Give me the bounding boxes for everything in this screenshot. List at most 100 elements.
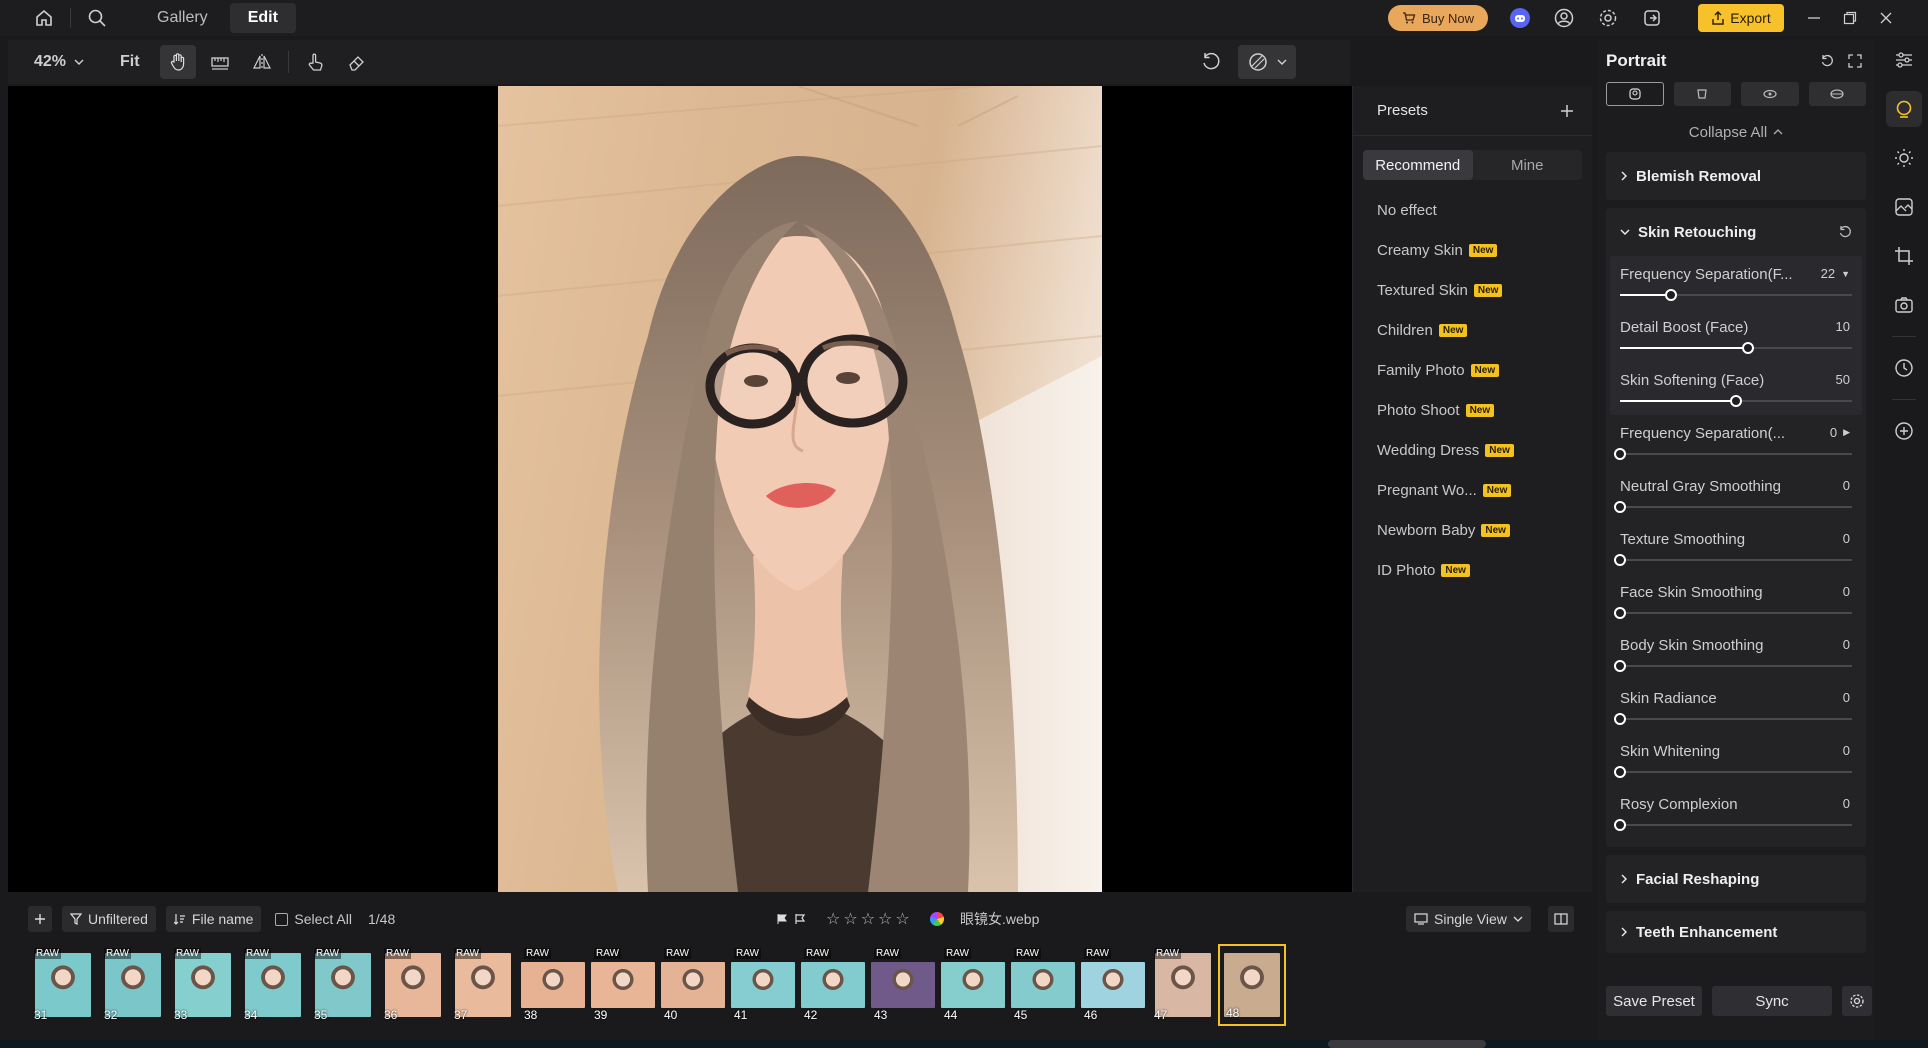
rating-stars[interactable]: ☆ ☆ ☆ ☆ ☆	[826, 909, 910, 929]
compare-dropdown[interactable]	[1238, 45, 1296, 79]
sort-button[interactable]: File name	[165, 906, 262, 932]
close-icon[interactable]	[1868, 0, 1904, 36]
reject-flag-icon[interactable]	[794, 913, 806, 925]
star-icon[interactable]: ☆	[878, 909, 892, 929]
filmstrip-thumbnail[interactable]: RAW 35	[308, 944, 378, 1026]
filmstrip-thumbnail[interactable]: RAW 44	[938, 944, 1008, 1026]
filmstrip-thumbnail[interactable]: RAW 32	[98, 944, 168, 1026]
preset-item[interactable]: Pregnant Wo... New	[1353, 470, 1592, 510]
image-canvas[interactable]	[8, 86, 1352, 892]
slider-value[interactable]: 0	[1843, 743, 1850, 758]
filmstrip-thumbnail[interactable]: RAW 39	[588, 944, 658, 1026]
slider-knob[interactable]	[1614, 448, 1626, 460]
preset-item[interactable]: No effect	[1353, 190, 1592, 230]
preset-item[interactable]: Textured Skin New	[1353, 270, 1592, 310]
buy-now-button[interactable]: Buy Now	[1388, 5, 1488, 31]
expand-icon[interactable]	[1848, 54, 1862, 68]
section-header[interactable]: Teeth Enhancement	[1606, 911, 1866, 953]
slider-value[interactable]: 50	[1836, 372, 1850, 387]
tab-recommend[interactable]: Recommend	[1363, 150, 1473, 180]
settings-icon[interactable]	[1590, 0, 1626, 36]
preset-item[interactable]: ID Photo New	[1353, 550, 1592, 590]
filmstrip-thumbnail[interactable]: RAW 40	[658, 944, 728, 1026]
preset-item[interactable]: Wedding Dress New	[1353, 430, 1592, 470]
slider-track[interactable]	[1620, 395, 1852, 407]
tab-gallery[interactable]: Gallery	[139, 3, 226, 33]
slider-knob[interactable]	[1614, 819, 1626, 831]
slider-value[interactable]: 0	[1843, 796, 1850, 811]
slider-knob[interactable]	[1614, 660, 1626, 672]
face-skin-tab-icon[interactable]	[1606, 82, 1664, 106]
makeup-tab-icon[interactable]	[1808, 82, 1867, 106]
adjust-sliders-icon[interactable]	[1886, 42, 1922, 78]
portrait-icon[interactable]	[1886, 91, 1922, 127]
slider-knob[interactable]	[1730, 395, 1742, 407]
sync-settings-icon[interactable]	[1842, 986, 1872, 1016]
slider-value[interactable]: 0	[1843, 531, 1850, 546]
eye-tab-icon[interactable]	[1741, 82, 1799, 106]
star-icon[interactable]: ☆	[826, 909, 840, 929]
adjust-slider[interactable]: Face Skin Smoothing 0	[1610, 574, 1862, 627]
account-icon[interactable]	[1546, 0, 1582, 36]
adjust-slider[interactable]: Texture Smoothing 0	[1610, 521, 1862, 574]
home-icon[interactable]	[26, 0, 62, 36]
filmstrip-thumbnail[interactable]: RAW 47	[1148, 944, 1218, 1026]
filmstrip-thumbnail[interactable]: RAW 43	[868, 944, 938, 1026]
filmstrip-thumbnail[interactable]: 48	[1218, 944, 1286, 1026]
add-icon[interactable]	[1886, 413, 1922, 449]
filmstrip-scrollbar[interactable]	[1328, 1040, 1486, 1048]
preset-item[interactable]: Family Photo New	[1353, 350, 1592, 390]
filmstrip-thumbnail[interactable]: RAW 31	[28, 944, 98, 1026]
preset-item[interactable]: Creamy Skin New	[1353, 230, 1592, 270]
adjust-slider[interactable]: Neutral Gray Smoothing 0	[1610, 468, 1862, 521]
slider-value[interactable]: 10	[1836, 319, 1850, 334]
adjust-slider[interactable]: Detail Boost (Face) 10	[1610, 309, 1862, 362]
preset-item[interactable]: Children New	[1353, 310, 1592, 350]
import-button[interactable]	[28, 906, 52, 932]
slider-value[interactable]: 0	[1843, 637, 1850, 652]
collapse-all-button[interactable]: Collapse All	[1598, 112, 1874, 152]
star-icon[interactable]: ☆	[895, 909, 909, 929]
restore-icon[interactable]	[1832, 0, 1868, 36]
login-icon[interactable]	[1634, 0, 1670, 36]
slider-value[interactable]: 0	[1843, 584, 1850, 599]
adjust-slider[interactable]: Skin Radiance 0	[1610, 680, 1862, 733]
slider-value[interactable]: 0 ▶	[1830, 425, 1850, 440]
slider-track[interactable]	[1614, 713, 1852, 725]
star-icon[interactable]: ☆	[861, 909, 875, 929]
preset-item[interactable]: Photo Shoot New	[1353, 390, 1592, 430]
caret-right-icon[interactable]: ▶	[1843, 427, 1850, 438]
filmstrip-thumbnail[interactable]: RAW 36	[378, 944, 448, 1026]
section-teeth-enhancement[interactable]: Teeth Enhancement	[1606, 911, 1866, 953]
search-icon[interactable]	[79, 0, 115, 36]
tab-edit[interactable]: Edit	[229, 3, 296, 33]
filmstrip-thumbnail[interactable]: RAW 34	[238, 944, 308, 1026]
minimize-icon[interactable]	[1796, 0, 1832, 36]
camera-icon[interactable]	[1886, 287, 1922, 323]
section-header[interactable]: Skin Retouching	[1606, 208, 1866, 256]
sync-button[interactable]: Sync	[1712, 986, 1832, 1016]
slider-knob[interactable]	[1741, 342, 1754, 354]
slider-value[interactable]: 22 ▼	[1821, 266, 1850, 281]
section-header[interactable]: Facial Reshaping	[1606, 855, 1866, 903]
caret-down-icon[interactable]: ▼	[1841, 269, 1850, 279]
discord-icon[interactable]	[1502, 0, 1538, 36]
section-header[interactable]: Blemish Removal	[1606, 152, 1866, 200]
touch-icon[interactable]	[297, 45, 333, 79]
slider-track[interactable]	[1614, 819, 1852, 831]
section-blemish-removal[interactable]: Blemish Removal	[1606, 152, 1866, 200]
filmstrip-thumbnail[interactable]: RAW 41	[728, 944, 798, 1026]
slider-track[interactable]	[1614, 607, 1852, 619]
photo-preview[interactable]	[498, 86, 1102, 892]
slider-knob[interactable]	[1614, 554, 1626, 566]
flip-icon[interactable]	[244, 45, 280, 79]
adjust-slider[interactable]: Skin Softening (Face) 50	[1610, 362, 1862, 415]
filmstrip-thumbnail[interactable]: RAW 37	[448, 944, 518, 1026]
slider-knob[interactable]	[1614, 713, 1626, 725]
adjust-slider[interactable]: Frequency Separation(... 0 ▶	[1610, 415, 1862, 468]
slider-knob[interactable]	[1665, 289, 1678, 301]
view-mode-dropdown[interactable]: Single View	[1406, 906, 1531, 932]
image-edit-icon[interactable]	[1886, 189, 1922, 225]
slider-track[interactable]	[1614, 554, 1852, 566]
zoom-dropdown[interactable]: 42%	[26, 45, 92, 79]
